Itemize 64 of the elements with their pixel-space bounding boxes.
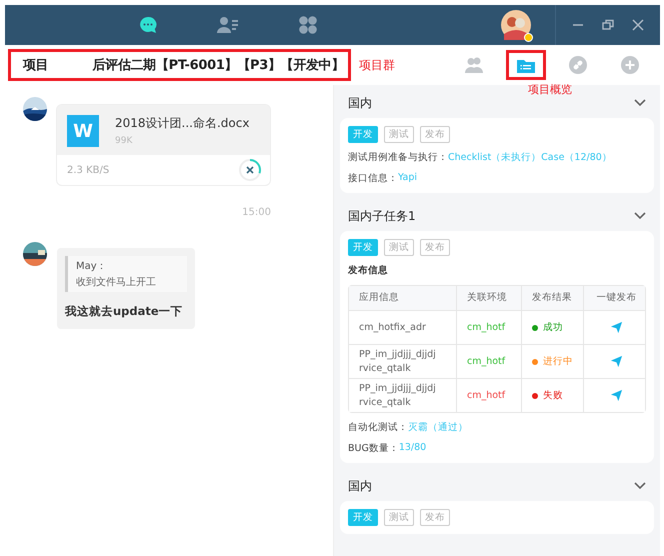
nav-button[interactable]: [137, 14, 159, 36]
stage-tab[interactable]: 发布: [420, 239, 450, 256]
close-icon[interactable]: [632, 19, 644, 31]
column-header: 应用信息: [349, 286, 456, 310]
column-header: 发布结果: [521, 286, 583, 310]
table-cell: cm_hotf: [456, 344, 521, 378]
stage-tab[interactable]: 开发: [348, 509, 378, 526]
annotation-label: 项目群: [359, 56, 396, 74]
column-header: 一键发布: [583, 286, 645, 310]
toolbar-button[interactable]: [506, 50, 546, 80]
chevron-icon[interactable]: [634, 99, 646, 107]
chat-bubble-icon: [138, 15, 158, 35]
info-label: 测试用例准备与执行：: [348, 151, 448, 164]
file-name: 2018设计团...命名.docx: [115, 115, 250, 132]
send-icon[interactable]: [610, 389, 623, 402]
send-icon[interactable]: [610, 355, 623, 368]
info-link[interactable]: Yapi: [398, 172, 417, 185]
status-text: 失败: [543, 388, 563, 402]
folder-list-icon: [517, 58, 535, 72]
plus-icon: [621, 56, 639, 74]
stage-tab[interactable]: 发布: [420, 126, 450, 143]
status-text: 进行中: [543, 354, 573, 368]
link-icon: [569, 56, 587, 74]
table-cell: cm_hotf: [456, 310, 521, 344]
section-title: 国内: [348, 94, 372, 112]
project-title: 项目: [23, 57, 48, 74]
nav-button[interactable]: [297, 14, 319, 36]
transfer-speed: 2.3 KB/S: [67, 164, 110, 176]
nav-button[interactable]: [217, 14, 239, 36]
table-cell: cm_hotf: [456, 378, 521, 412]
info-link[interactable]: 灭霸（通过）: [408, 421, 468, 434]
quote-text: 收到文件马上开工: [76, 276, 157, 289]
chevron-icon[interactable]: [634, 212, 646, 220]
stage-tab[interactable]: 测试: [384, 239, 414, 256]
clover-icon: [298, 15, 318, 35]
section-title: 国内子任务1: [348, 208, 416, 224]
info-label: BUG数量：: [348, 442, 399, 455]
user-avatar[interactable]: [501, 10, 531, 40]
stage-tab[interactable]: 测试: [384, 126, 414, 143]
stage-tab[interactable]: 发布: [420, 509, 450, 526]
info-label: 自动化测试：: [348, 421, 408, 434]
column-header: 关联环境: [456, 286, 521, 310]
restore-icon[interactable]: [602, 19, 614, 31]
stage-tab[interactable]: 开发: [348, 239, 378, 256]
status-text: 成功: [543, 320, 563, 334]
stage-tab[interactable]: 开发: [348, 126, 378, 143]
cancel-icon[interactable]: [238, 158, 262, 182]
word-file-icon: W: [67, 115, 99, 147]
section-title: 国内: [348, 478, 372, 494]
info-link[interactable]: 13/80: [398, 442, 426, 455]
annotation-label: 项目概览: [528, 82, 572, 97]
message-text: 我这就去update一下: [65, 304, 183, 318]
table-cell: PP_im_jjdjjj_djjdj rvice_qtalk: [349, 378, 456, 412]
send-icon[interactable]: [610, 321, 623, 334]
chevron-icon[interactable]: [634, 482, 646, 490]
project-title: 后评估二期【PT-6001】【P3】【开发中】: [92, 56, 344, 74]
people-icon: [464, 56, 484, 74]
quote-author: May：: [76, 260, 108, 273]
info-link[interactable]: Checklist（未执行）Case（12/80）: [448, 151, 612, 164]
message-time: 15:00: [242, 207, 271, 218]
stage-tab[interactable]: 测试: [384, 509, 414, 526]
subsection-title: 发布信息: [348, 264, 389, 277]
info-label: 接口信息：: [348, 172, 398, 185]
contacts-icon: [217, 15, 239, 35]
